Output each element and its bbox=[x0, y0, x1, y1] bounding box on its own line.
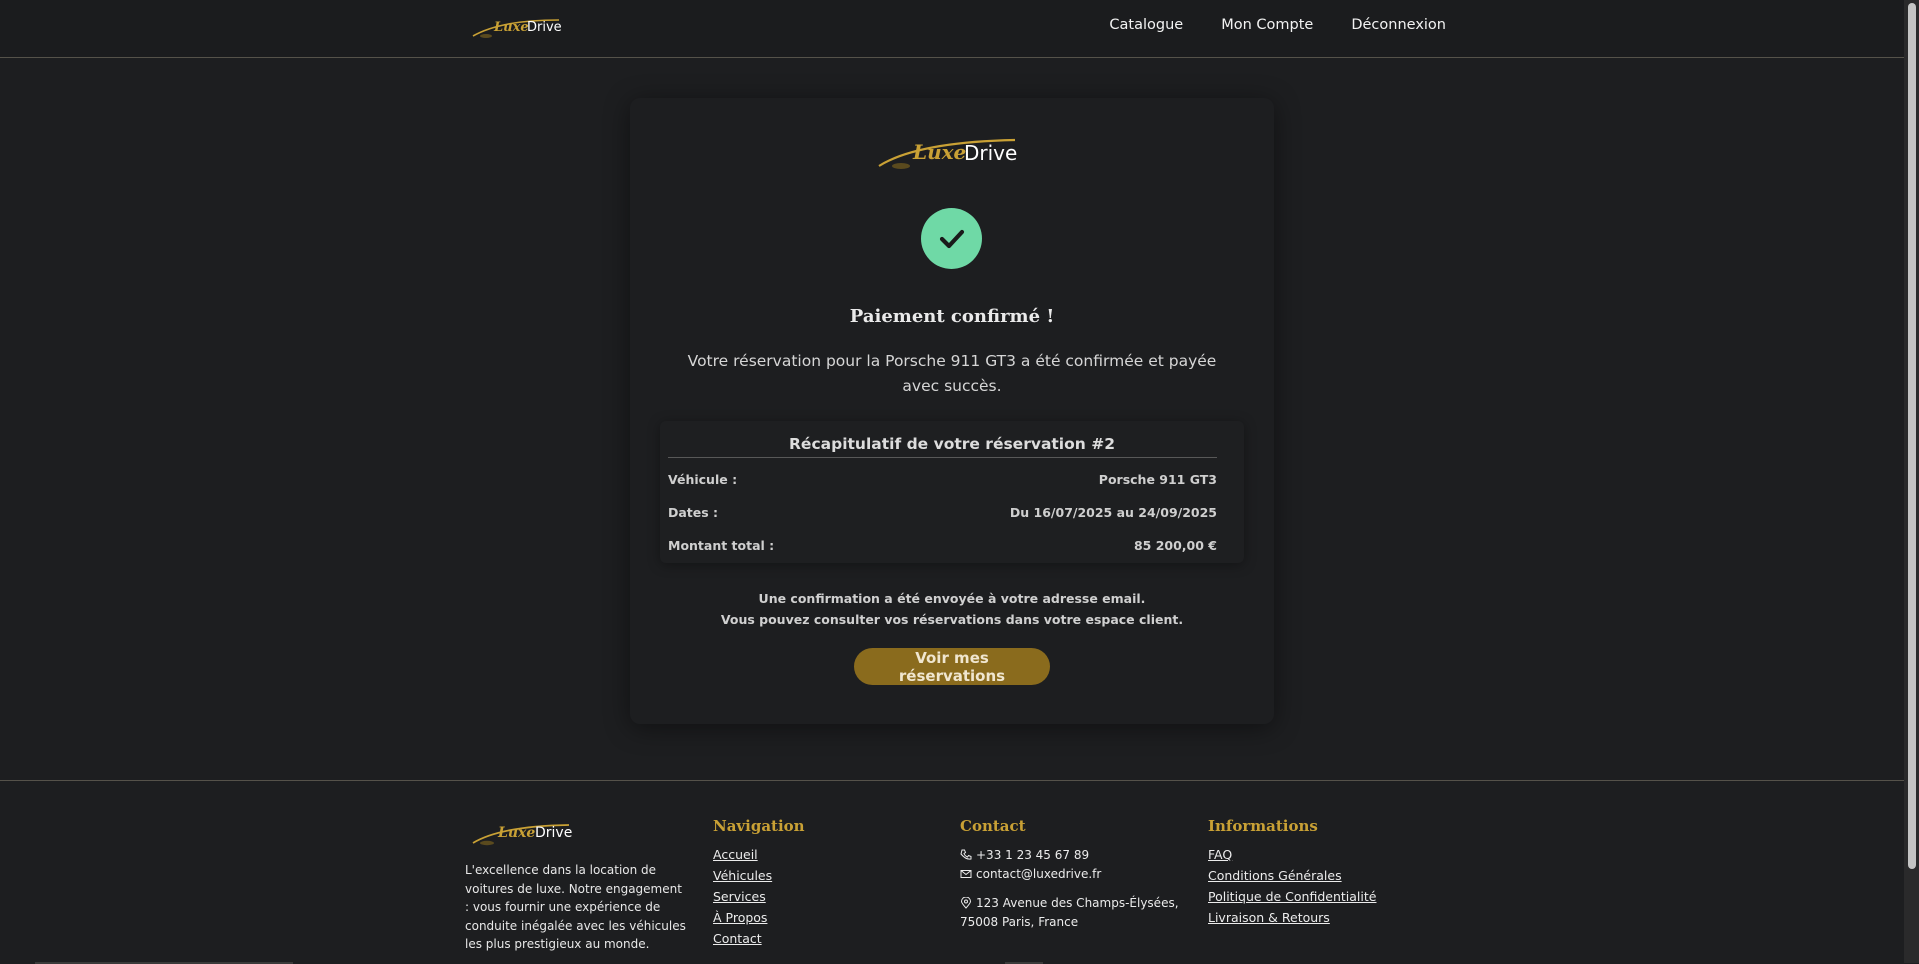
footer-phone[interactable]: +33 1 23 45 67 89 bbox=[960, 846, 1179, 865]
footer-email[interactable]: contact@luxedrive.fr bbox=[960, 865, 1179, 884]
logo-word-drive: Drive bbox=[535, 825, 573, 841]
phone-icon bbox=[960, 849, 972, 860]
summary-value: 85 200,00 € bbox=[1133, 538, 1217, 553]
footer-link-conditions[interactable]: Conditions Générales bbox=[1208, 865, 1376, 886]
footer-informations: Informations FAQ Conditions Générales Po… bbox=[1208, 817, 1376, 928]
footer-link-faq[interactable]: FAQ bbox=[1208, 844, 1376, 865]
footer-about: L'excellence dans la location de voiture… bbox=[465, 863, 686, 951]
footer-link-a-propos[interactable]: À Propos bbox=[713, 907, 805, 928]
footer-info-links: FAQ Conditions Générales Politique de Co… bbox=[1208, 844, 1376, 928]
logo-word-drive: Drive bbox=[964, 141, 1018, 165]
confirmation-note: Une confirmation a été envoyée à votre a… bbox=[630, 588, 1274, 630]
confirmation-card: Luxe Drive Paiement confirmé ! Votre rés… bbox=[630, 98, 1274, 724]
summary-value: Porsche 911 GT3 bbox=[1098, 472, 1217, 487]
footer-contact-title: Contact bbox=[960, 817, 1026, 835]
reservation-summary: Récapitulatif de votre réservation #2 Vé… bbox=[660, 421, 1244, 563]
nav-mon-compte[interactable]: Mon Compte bbox=[1221, 17, 1313, 33]
logo-word-luxe: Luxe bbox=[494, 20, 529, 35]
footer-link-vehicules[interactable]: Véhicules bbox=[713, 865, 805, 886]
note-line: Une confirmation a été envoyée à votre a… bbox=[758, 591, 1146, 606]
success-check-icon bbox=[921, 208, 982, 269]
header-logo[interactable]: Luxe Drive bbox=[471, 16, 562, 40]
nav-deconnexion[interactable]: Déconnexion bbox=[1351, 17, 1446, 33]
summary-title: Récapitulatif de votre réservation #2 bbox=[789, 435, 1115, 453]
note-line: Vous pouvez consulter vos réservations d… bbox=[720, 612, 1184, 627]
logo-word-luxe: Luxe bbox=[498, 825, 536, 841]
card-logo: Luxe Drive bbox=[877, 136, 1017, 172]
mail-icon bbox=[960, 870, 972, 878]
summary-label: Dates : bbox=[668, 505, 719, 520]
summary-label: Véhicule : bbox=[668, 472, 738, 487]
site-header: Luxe Drive Catalogue Mon Compte Déconnex… bbox=[0, 0, 1904, 58]
footer-contact: Contact +33 1 23 45 67 89 contact@luxedr… bbox=[960, 817, 1179, 932]
confirmation-message: Votre réservation pour la Porsche 911 GT… bbox=[687, 352, 1217, 395]
footer-address: 123 Avenue des Champs-Élysées, 75008 Par… bbox=[960, 894, 1179, 932]
footer-nav-links: Accueil Véhicules Services À Propos Cont… bbox=[713, 844, 805, 949]
summary-value: Du 16/07/2025 au 24/09/2025 bbox=[1009, 505, 1217, 520]
footer-navigation: Navigation Accueil Véhicules Services À … bbox=[713, 817, 805, 949]
page-scrollbar[interactable] bbox=[1904, 0, 1919, 963]
footer-info-title: Informations bbox=[1208, 817, 1318, 835]
footer-nav-title: Navigation bbox=[713, 817, 805, 835]
footer-link-livraison[interactable]: Livraison & Retours bbox=[1208, 907, 1376, 928]
footer-link-contact[interactable]: Contact bbox=[713, 928, 805, 949]
summary-divider bbox=[668, 457, 1217, 458]
view-reservations-button[interactable]: Voir mes réservations bbox=[854, 648, 1050, 685]
summary-label: Montant total : bbox=[668, 538, 775, 553]
main-nav: Catalogue Mon Compte Déconnexion bbox=[1109, 17, 1446, 33]
phone-text: +33 1 23 45 67 89 bbox=[976, 848, 1090, 862]
footer-logo[interactable]: Luxe Drive bbox=[471, 821, 573, 847]
footer-link-confidentialite[interactable]: Politique de Confidentialité bbox=[1208, 886, 1376, 907]
email-text: contact@luxedrive.fr bbox=[976, 867, 1102, 881]
footer-link-accueil[interactable]: Accueil bbox=[713, 844, 805, 865]
address-line: 75008 Paris, France bbox=[960, 915, 1079, 929]
nav-catalogue[interactable]: Catalogue bbox=[1109, 17, 1183, 33]
footer-link-services[interactable]: Services bbox=[713, 886, 805, 907]
location-pin-icon bbox=[960, 897, 972, 909]
scrollbar-thumb[interactable] bbox=[1908, 3, 1916, 869]
logo-word-drive: Drive bbox=[527, 20, 562, 35]
address-line: 123 Avenue des Champs-Élysées, bbox=[976, 896, 1179, 910]
logo-word-luxe: Luxe bbox=[913, 140, 967, 164]
site-footer: Luxe Drive L'excellence dans la location… bbox=[0, 780, 1904, 964]
confirmation-title: Paiement confirmé ! bbox=[849, 306, 1055, 327]
